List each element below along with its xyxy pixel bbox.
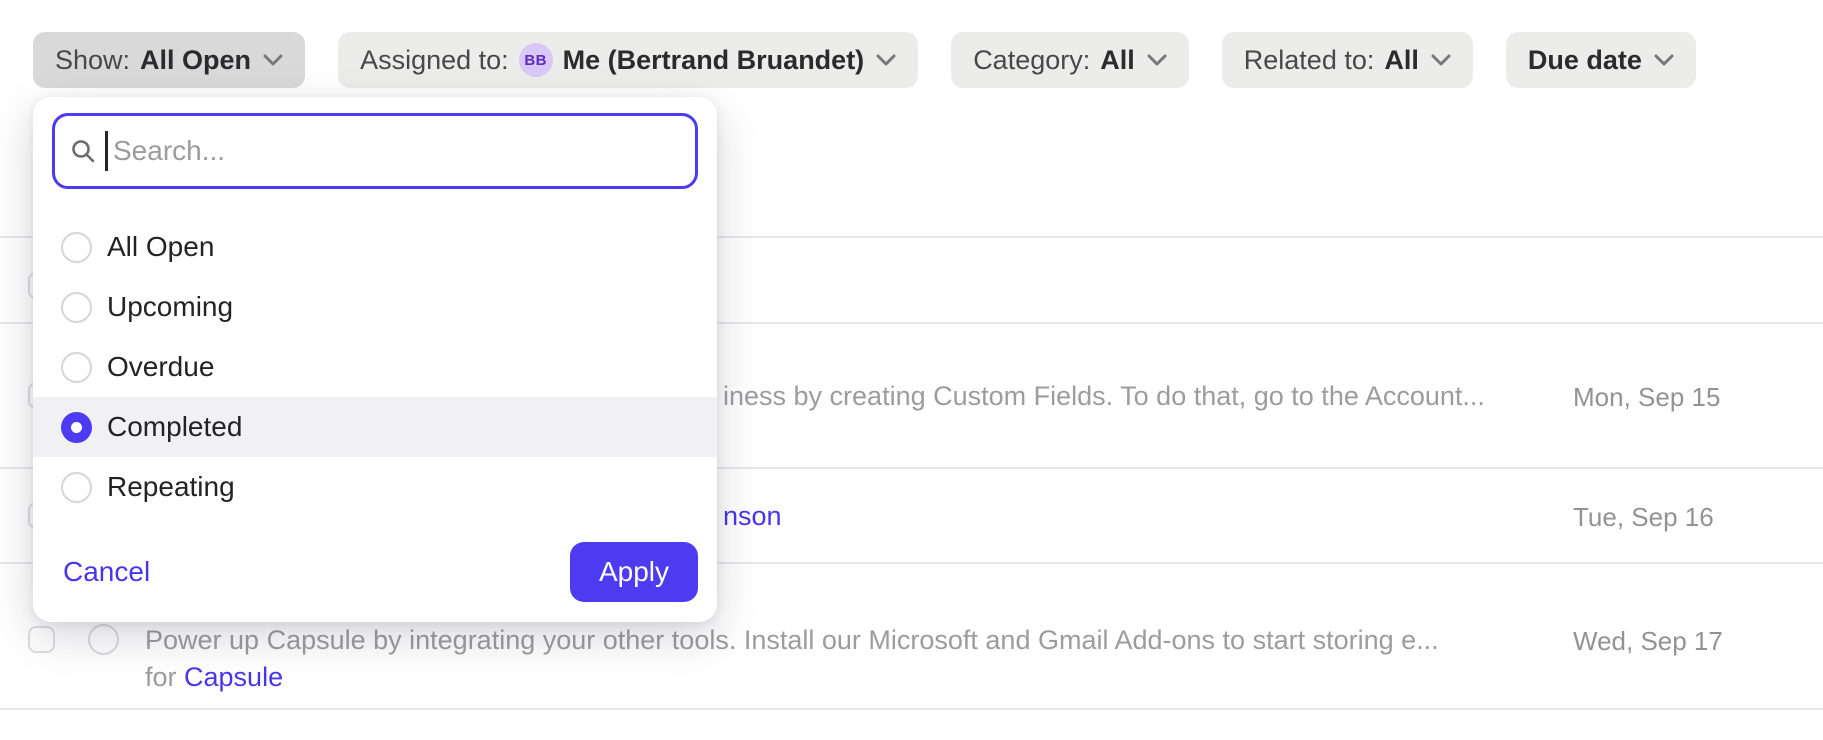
option-label: Overdue [107,351,214,383]
chevron-down-icon [876,54,896,67]
related-entity-link[interactable]: Capsule [184,662,283,692]
for-label: for [145,662,177,692]
filter-related-value: All [1384,45,1419,76]
filter-chip-show[interactable]: Show: All Open [33,32,305,88]
task-select-checkbox[interactable] [28,626,55,653]
option-completed[interactable]: Completed [33,397,717,457]
task-related-to: for Capsule [145,662,283,692]
task-description: iness by creating Custom Fields. To do t… [723,381,1485,411]
chevron-down-icon [1654,54,1674,67]
chevron-down-icon [263,54,283,67]
option-label: Upcoming [107,291,233,323]
task-due-date: Tue, Sep 16 [1573,502,1714,532]
radio-button-icon [61,412,92,443]
text-cursor [105,131,108,171]
avatar: BB [519,43,553,77]
filter-chip-related-to[interactable]: Related to: All [1222,32,1473,88]
row-divider [0,708,1823,710]
filter-related-label: Related to: [1244,45,1375,76]
option-upcoming[interactable]: Upcoming [33,277,717,337]
apply-button[interactable]: Apply [570,542,698,602]
filter-assigned-label: Assigned to: [360,45,509,76]
filter-chip-due-date[interactable]: Due date [1506,32,1696,88]
dropdown-search-box [52,113,698,189]
filter-category-label: Category: [973,45,1090,76]
option-label: All Open [107,231,214,263]
task-complete-toggle[interactable] [88,624,119,655]
chevron-down-icon [1431,54,1451,67]
radio-button-icon [61,232,92,263]
radio-button-icon [61,292,92,323]
tasks-page: Show: All Open Assigned to: BB Me (Bertr… [0,0,1823,740]
show-filter-options: All Open Upcoming Overdue Completed Repe… [33,217,717,517]
task-description: Power up Capsule by integrating your oth… [145,625,1439,655]
task-due-date: Mon, Sep 15 [1573,382,1720,412]
task-due-date: Wed, Sep 17 [1573,626,1723,656]
option-overdue[interactable]: Overdue [33,337,717,397]
filter-show-label: Show: [55,45,130,76]
filter-due-date-label: Due date [1528,45,1642,76]
option-label: Completed [107,411,242,443]
search-icon [70,138,96,164]
filter-bar: Show: All Open Assigned to: BB Me (Bertr… [33,32,1696,88]
chevron-down-icon [1147,54,1167,67]
search-input[interactable] [113,135,695,167]
cancel-button[interactable]: Cancel [63,556,150,588]
filter-chip-assigned-to[interactable]: Assigned to: BB Me (Bertrand Bruandet) [338,32,918,88]
option-repeating[interactable]: Repeating [33,457,717,517]
filter-show-value: All Open [140,45,251,76]
show-filter-dropdown: All Open Upcoming Overdue Completed Repe… [33,97,717,622]
filter-assigned-value: Me (Bertrand Bruandet) [563,45,865,76]
contact-link[interactable]: nson [723,501,782,531]
radio-button-icon [61,352,92,383]
option-all-open[interactable]: All Open [33,217,717,277]
filter-category-value: All [1100,45,1135,76]
filter-chip-category[interactable]: Category: All [951,32,1189,88]
dropdown-footer: Cancel Apply [63,542,698,602]
radio-button-icon [61,472,92,503]
option-label: Repeating [107,471,235,503]
